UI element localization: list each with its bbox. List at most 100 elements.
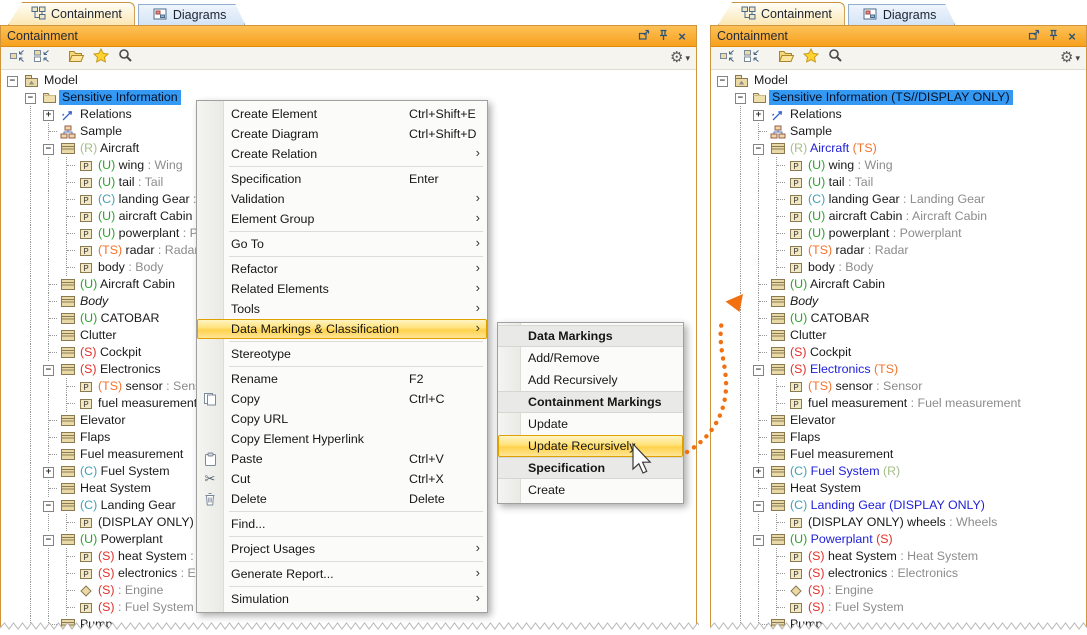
submenu-item[interactable]: Update Recursively — [498, 435, 683, 457]
menu-item[interactable]: Copy Element Hyperlink — [197, 429, 487, 449]
menu-item[interactable]: SpecificationEnter — [197, 169, 487, 189]
collapse-all-button[interactable] — [717, 49, 737, 67]
menu-item[interactable]: Data Markings & Classification› — [197, 319, 487, 339]
tree-item[interactable]: (S) : Engine — [711, 582, 1086, 599]
tab-diagrams[interactable]: Diagrams — [138, 4, 246, 25]
collapse-toggle-icon[interactable]: − — [750, 361, 768, 378]
menu-item[interactable]: Simulation› — [197, 589, 487, 609]
tree-item[interactable]: −Sensitive Information (TS//DISPLAY ONLY… — [711, 89, 1086, 106]
menu-item[interactable]: Element Group› — [197, 209, 487, 229]
tree-item[interactable]: Clutter — [711, 327, 1086, 344]
menu-item[interactable]: Create Relation› — [197, 144, 487, 164]
expand-toggle-icon[interactable]: + — [750, 106, 768, 123]
tab-containment[interactable]: Containment — [718, 2, 845, 25]
menu-item[interactable]: Go To› — [197, 234, 487, 254]
tree-item[interactable]: P(TS) sensor : Sensor — [711, 378, 1086, 395]
search-button[interactable] — [825, 49, 845, 67]
close-button[interactable]: × — [674, 29, 690, 44]
favorites-button[interactable] — [91, 49, 111, 67]
tree-item[interactable]: P(U) aircraft Cabin : Aircraft Cabin — [711, 208, 1086, 225]
collapse-toggle-icon[interactable]: − — [714, 72, 732, 89]
tree-item[interactable]: Elevator — [711, 412, 1086, 429]
options-button[interactable]: ⚙▾ — [1060, 49, 1080, 67]
tree-item[interactable]: Pbody : Body — [711, 259, 1086, 276]
submenu-item[interactable]: Create — [498, 479, 683, 501]
expand-toggle-icon[interactable]: + — [40, 463, 58, 480]
collapse-toggle-icon[interactable]: − — [732, 89, 750, 106]
tree-item[interactable]: −(U) Powerplant (S) — [711, 531, 1086, 548]
menu-item[interactable]: PasteCtrl+V — [197, 449, 487, 469]
menu-item[interactable]: Project Usages› — [197, 539, 487, 559]
tree-item[interactable]: Flaps — [711, 429, 1086, 446]
tree-item[interactable]: −Model — [1, 72, 696, 89]
menu-item[interactable]: Copy URL — [197, 409, 487, 429]
float-button[interactable] — [636, 29, 652, 44]
tree-item[interactable]: (S) Cockpit — [711, 344, 1086, 361]
tree-item[interactable]: +(C) Fuel System (R) — [711, 463, 1086, 480]
tab-diagrams[interactable]: Diagrams — [848, 4, 956, 25]
menu-item[interactable]: Tools› — [197, 299, 487, 319]
expand-toggle-icon[interactable]: + — [40, 106, 58, 123]
tree-item[interactable]: −(R) Aircraft (TS) — [711, 140, 1086, 157]
tree-item[interactable]: P(S) electronics : Electronics — [711, 565, 1086, 582]
collapse-toggle-icon[interactable]: − — [40, 531, 58, 548]
menu-item[interactable]: Find... — [197, 514, 487, 534]
menu-item[interactable]: RenameF2 — [197, 369, 487, 389]
tree-item[interactable]: Heat System — [711, 480, 1086, 497]
menu-item[interactable]: Refactor› — [197, 259, 487, 279]
menu-item[interactable]: Create DiagramCtrl+Shift+D — [197, 124, 487, 144]
tree-item[interactable]: P(U) tail : Tail — [711, 174, 1086, 191]
tree-item[interactable]: −Model — [711, 72, 1086, 89]
tree-item[interactable]: −(C) Landing Gear (DISPLAY ONLY) — [711, 497, 1086, 514]
tree-item[interactable]: Pump — [1, 616, 696, 633]
tree-item[interactable]: P(S) : Fuel System — [711, 599, 1086, 616]
tree-item[interactable]: P(U) powerplant : Powerplant — [711, 225, 1086, 242]
collapse-selected-button[interactable] — [31, 49, 51, 67]
tree-item[interactable]: Pfuel measurement : Fuel measurement — [711, 395, 1086, 412]
menu-item[interactable]: Generate Report...› — [197, 564, 487, 584]
tree-item[interactable]: Sample — [711, 123, 1086, 140]
collapse-all-button[interactable] — [7, 49, 27, 67]
collapse-toggle-icon[interactable]: − — [40, 361, 58, 378]
menu-item[interactable]: Related Elements› — [197, 279, 487, 299]
collapse-toggle-icon[interactable]: − — [40, 497, 58, 514]
submenu-item[interactable]: Update — [498, 413, 683, 435]
menu-item[interactable]: CopyCtrl+C — [197, 389, 487, 409]
menu-item[interactable]: ✂CutCtrl+X — [197, 469, 487, 489]
tree-item[interactable]: −(S) Electronics (TS) — [711, 361, 1086, 378]
menu-item[interactable]: DeleteDelete — [197, 489, 487, 509]
submenu-item[interactable]: Add/Remove — [498, 347, 683, 369]
tree-item[interactable]: +Relations — [711, 106, 1086, 123]
close-button[interactable]: × — [1064, 29, 1080, 44]
menu-item[interactable]: Create ElementCtrl+Shift+E — [197, 104, 487, 124]
tree-item[interactable]: P(U) wing : Wing — [711, 157, 1086, 174]
menu-item[interactable]: Validation› — [197, 189, 487, 209]
open-diagram-button[interactable] — [67, 49, 87, 67]
open-diagram-button[interactable] — [777, 49, 797, 67]
tree-item[interactable]: P(C) landing Gear : Landing Gear — [711, 191, 1086, 208]
options-button[interactable]: ⚙▾ — [670, 49, 690, 67]
tab-containment[interactable]: Containment — [8, 2, 135, 25]
menu-item[interactable]: Stereotype — [197, 344, 487, 364]
pin-button[interactable] — [655, 29, 671, 44]
tree-item[interactable]: Pump — [711, 616, 1086, 633]
collapse-toggle-icon[interactable]: − — [4, 72, 22, 89]
collapse-toggle-icon[interactable]: − — [22, 89, 40, 106]
tree-item[interactable]: Body — [711, 293, 1086, 310]
pin-button[interactable] — [1045, 29, 1061, 44]
search-button[interactable] — [115, 49, 135, 67]
tree-item[interactable]: (U) Aircraft Cabin — [711, 276, 1086, 293]
float-button[interactable] — [1026, 29, 1042, 44]
collapse-toggle-icon[interactable]: − — [40, 140, 58, 157]
tree-item[interactable]: P(S) heat System : Heat System — [711, 548, 1086, 565]
tree-item[interactable]: Fuel measurement — [711, 446, 1086, 463]
collapse-toggle-icon[interactable]: − — [750, 531, 768, 548]
tree-item[interactable]: P(DISPLAY ONLY) wheels : Wheels — [711, 514, 1086, 531]
collapse-selected-button[interactable] — [741, 49, 761, 67]
expand-toggle-icon[interactable]: + — [750, 463, 768, 480]
tree-item[interactable]: (U) CATOBAR — [711, 310, 1086, 327]
tree-item[interactable]: P(TS) radar : Radar — [711, 242, 1086, 259]
submenu-item[interactable]: Add Recursively — [498, 369, 683, 391]
collapse-toggle-icon[interactable]: − — [750, 497, 768, 514]
favorites-button[interactable] — [801, 49, 821, 67]
